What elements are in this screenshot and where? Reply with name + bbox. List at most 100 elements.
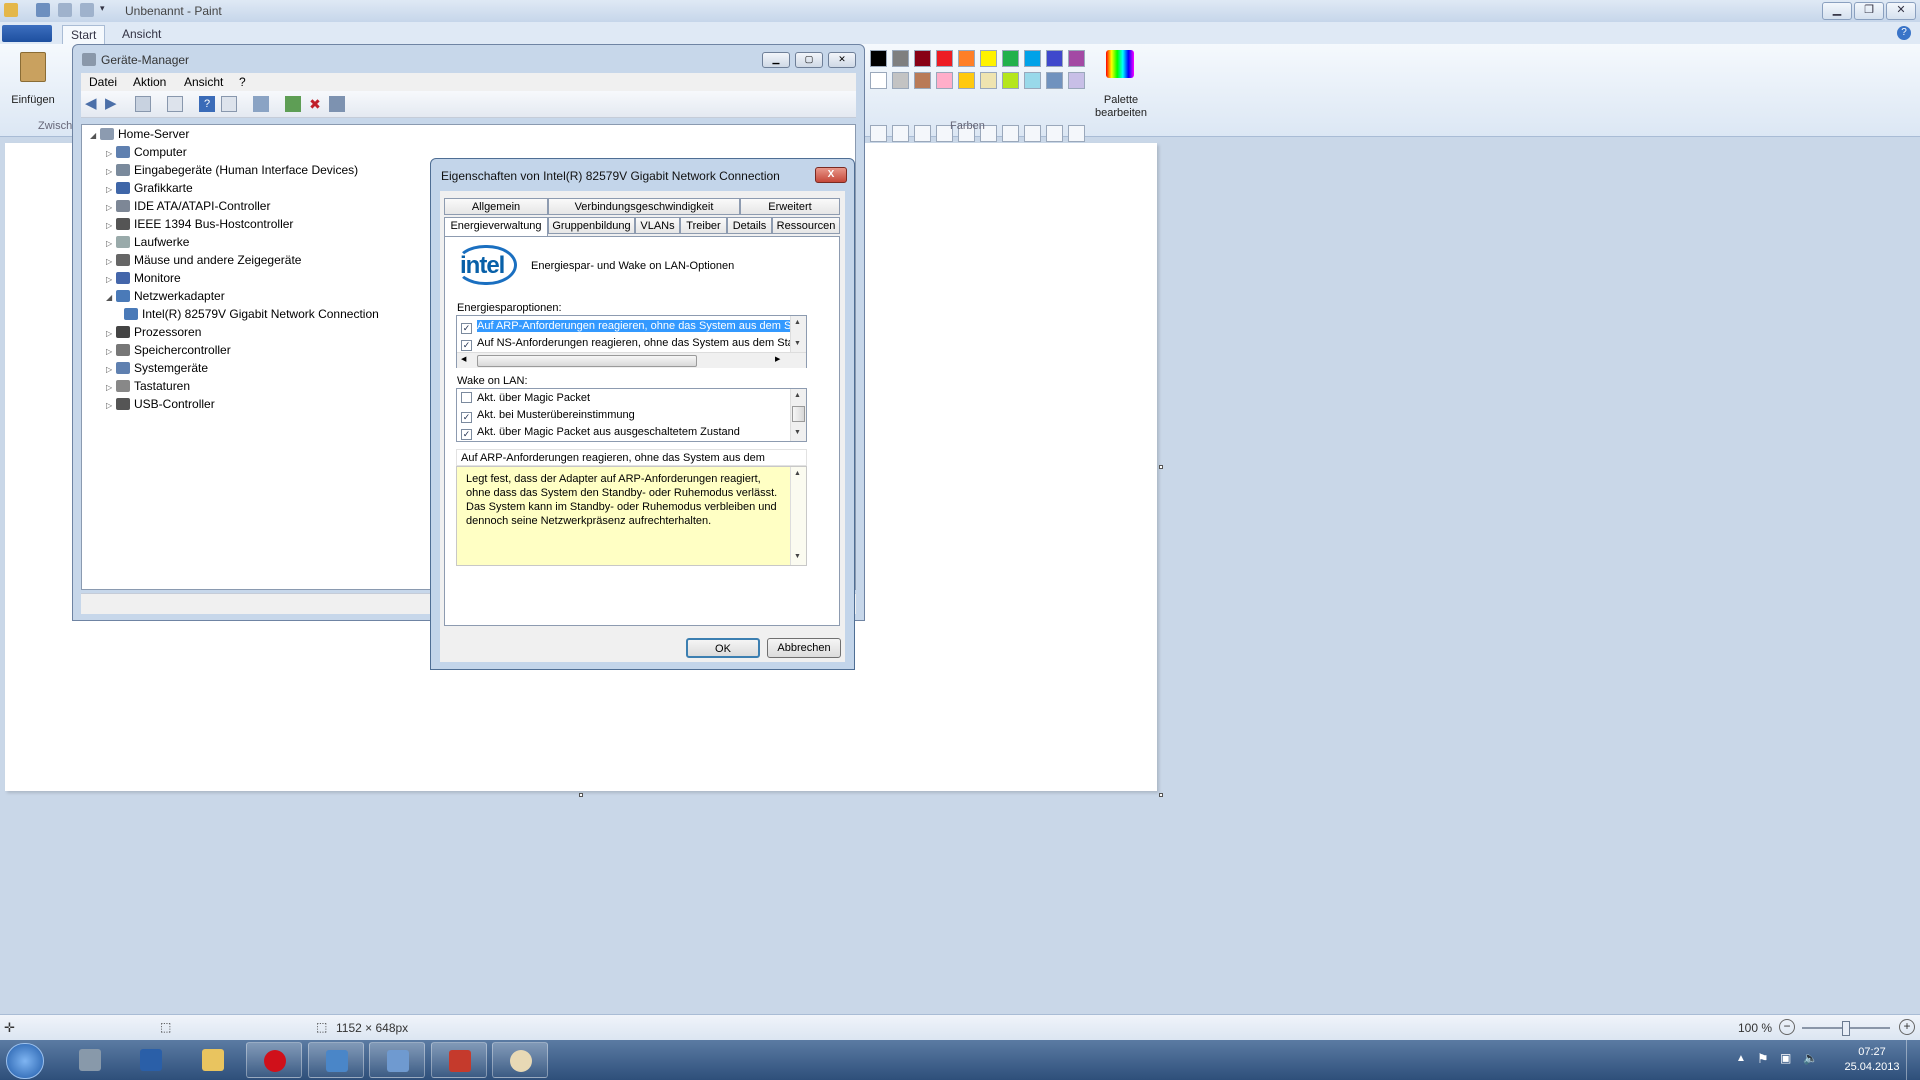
color-swatch[interactable] bbox=[914, 72, 931, 89]
update-driver-icon[interactable] bbox=[285, 96, 301, 112]
wol-pattern-match-checkbox[interactable]: ✓ bbox=[461, 412, 472, 423]
network-tray-icon[interactable]: ▣ bbox=[1780, 1051, 1791, 1065]
color-swatch[interactable] bbox=[1024, 50, 1041, 67]
tab-energieverwaltung[interactable]: Energieverwaltung bbox=[444, 217, 548, 236]
tree-device-item[interactable]: Intel(R) 82579V Gigabit Network Connecti… bbox=[124, 306, 379, 323]
wol-option-magic-packet-off[interactable]: ✓ Akt. über Magic Packet aus ausgeschalte… bbox=[461, 424, 740, 440]
clock[interactable]: 07:27 25.04.2013 bbox=[1842, 1045, 1902, 1075]
zoom-slider[interactable] bbox=[1802, 1021, 1890, 1036]
color-swatch[interactable] bbox=[1046, 72, 1063, 89]
tree-category-item[interactable]: ▷ Eingabegeräte (Human Interface Devices) bbox=[106, 162, 358, 179]
wol-option-pattern-match[interactable]: ✓ Akt. bei Musterübereinstimmung bbox=[461, 407, 635, 423]
tree-category-item[interactable]: ▷ Prozessoren bbox=[106, 324, 201, 341]
color-swatch[interactable] bbox=[958, 72, 975, 89]
tab-treiber[interactable]: Treiber bbox=[680, 217, 727, 234]
vscroll-thumb[interactable] bbox=[792, 406, 805, 422]
color-swatch[interactable] bbox=[1002, 50, 1019, 67]
expand-arrow-icon[interactable]: ▷ bbox=[106, 379, 116, 396]
zoom-slider-thumb[interactable] bbox=[1842, 1021, 1850, 1036]
help-icon[interactable]: ? bbox=[199, 96, 215, 112]
color-swatch[interactable] bbox=[980, 72, 997, 89]
color-swatch[interactable] bbox=[914, 50, 931, 67]
menu-datei[interactable]: Datei bbox=[89, 75, 117, 89]
expand-arrow-icon[interactable]: ▷ bbox=[106, 163, 116, 180]
tree-category-item[interactable]: ▷ Computer bbox=[106, 144, 187, 161]
taskbar-explorer[interactable] bbox=[185, 1042, 241, 1078]
show-desktop-button[interactable] bbox=[1906, 1040, 1920, 1080]
zoom-out-button[interactable]: − bbox=[1779, 1019, 1795, 1035]
custom-color-slot[interactable] bbox=[1068, 125, 1085, 142]
scan-hardware-icon[interactable] bbox=[253, 96, 269, 112]
energy-list-hscroll[interactable]: ◀ ▶ bbox=[457, 352, 806, 368]
action-center-flag-icon[interactable]: ⚑ bbox=[1757, 1051, 1769, 1067]
restore-button[interactable]: ❐ bbox=[1854, 2, 1884, 20]
expand-arrow-icon[interactable]: ▷ bbox=[106, 343, 116, 360]
expand-arrow-icon[interactable]: ▷ bbox=[106, 325, 116, 342]
tree-category-item[interactable]: ▷ USB-Controller bbox=[106, 396, 215, 413]
tree-category-item[interactable]: ▷ Systemgeräte bbox=[106, 360, 208, 377]
tree-category-item[interactable]: ▷ Speichercontroller bbox=[106, 342, 231, 359]
dialog-close-button[interactable]: X bbox=[815, 167, 847, 183]
tab-start[interactable]: Start bbox=[62, 25, 106, 44]
scroll-right-icon[interactable]: ▶ bbox=[775, 355, 780, 363]
tree-category-item[interactable]: ▷ Monitore bbox=[106, 270, 181, 287]
uninstall-icon[interactable]: ✖ bbox=[307, 96, 323, 112]
wol-magic-packet-checkbox[interactable] bbox=[461, 392, 472, 403]
scroll-down-icon[interactable]: ▼ bbox=[794, 553, 801, 560]
expand-arrow-icon[interactable]: ▷ bbox=[106, 253, 116, 270]
expand-arrow-icon[interactable]: ▷ bbox=[106, 145, 116, 162]
energy-option-ns-checkbox[interactable]: ✓ bbox=[461, 340, 472, 351]
taskbar-powershell[interactable] bbox=[123, 1042, 179, 1078]
tree-category-item[interactable]: ◢ Netzwerkadapter bbox=[106, 288, 225, 305]
wol-magic-packet-off-checkbox[interactable]: ✓ bbox=[461, 429, 472, 440]
forward-icon[interactable]: ▶ bbox=[105, 96, 121, 112]
energy-option-arp-checkbox[interactable]: ✓ bbox=[461, 323, 472, 334]
taskbar-toolbox[interactable] bbox=[431, 1042, 487, 1078]
properties-icon[interactable] bbox=[167, 96, 183, 112]
expand-arrow-icon[interactable]: ▷ bbox=[106, 271, 116, 288]
custom-color-slot[interactable] bbox=[892, 125, 909, 142]
custom-color-slot[interactable] bbox=[1002, 125, 1019, 142]
taskbar-device-manager[interactable] bbox=[369, 1042, 425, 1078]
undo-icon[interactable] bbox=[58, 3, 72, 17]
color-swatch[interactable] bbox=[892, 72, 909, 89]
tree-root[interactable]: ◢ Home-Server bbox=[90, 126, 189, 143]
custom-color-slot[interactable] bbox=[1046, 125, 1063, 142]
close-button[interactable]: ✕ bbox=[1886, 2, 1916, 20]
tree-category-item[interactable]: ▷ IDE ATA/ATAPI-Controller bbox=[106, 198, 270, 215]
energy-option-arp[interactable]: ✓ Auf ARP-Anforderungen reagieren, ohne d… bbox=[461, 318, 792, 334]
scroll-up-icon[interactable]: ▲ bbox=[794, 470, 801, 477]
scroll-down-icon[interactable]: ▼ bbox=[794, 340, 801, 347]
minimize-button[interactable]: ▁ bbox=[1822, 2, 1852, 20]
save-icon[interactable] bbox=[36, 3, 50, 17]
color-swatch[interactable] bbox=[980, 50, 997, 67]
resize-handle-corner[interactable] bbox=[1159, 793, 1163, 797]
zoom-in-button[interactable]: + bbox=[1899, 1019, 1915, 1035]
color-swatch[interactable] bbox=[1024, 72, 1041, 89]
color-swatch[interactable] bbox=[1068, 72, 1085, 89]
color-swatch[interactable] bbox=[892, 50, 909, 67]
devmgr-minimize-button[interactable]: ▁ bbox=[762, 52, 790, 68]
help-icon[interactable]: ? bbox=[1897, 26, 1911, 40]
expand-arrow-icon[interactable]: ▷ bbox=[106, 181, 116, 198]
tab-ansicht[interactable]: Ansicht bbox=[114, 25, 169, 43]
cancel-button[interactable]: Abbrechen bbox=[767, 638, 841, 658]
ok-button[interactable]: OK bbox=[686, 638, 760, 658]
scroll-up-icon[interactable]: ▲ bbox=[794, 319, 801, 326]
custom-color-slot[interactable] bbox=[914, 125, 931, 142]
collapse-arrow-icon[interactable]: ◢ bbox=[106, 289, 116, 306]
tab-ressourcen[interactable]: Ressourcen bbox=[772, 217, 840, 234]
tab-gruppenbildung[interactable]: Gruppenbildung bbox=[548, 217, 635, 234]
energy-option-ns[interactable]: ✓ Auf NS-Anforderungen reagieren, ohne da… bbox=[461, 335, 794, 351]
taskbar-opera[interactable] bbox=[246, 1042, 302, 1078]
tab-allgemein[interactable]: Allgemein bbox=[444, 198, 548, 215]
volume-muted-icon[interactable]: 🔈 bbox=[1803, 1051, 1818, 1065]
color-swatch[interactable] bbox=[936, 50, 953, 67]
paste-button[interactable]: Einfügen bbox=[6, 50, 58, 114]
scroll-left-icon[interactable]: ◀ bbox=[461, 355, 466, 363]
tree-category-item[interactable]: ▷ Grafikkarte bbox=[106, 180, 193, 197]
color-swatch[interactable] bbox=[870, 50, 887, 67]
tree-category-item[interactable]: ▷ Tastaturen bbox=[106, 378, 190, 395]
start-button[interactable] bbox=[6, 1043, 44, 1079]
taskbar-server-manager[interactable] bbox=[62, 1042, 118, 1078]
